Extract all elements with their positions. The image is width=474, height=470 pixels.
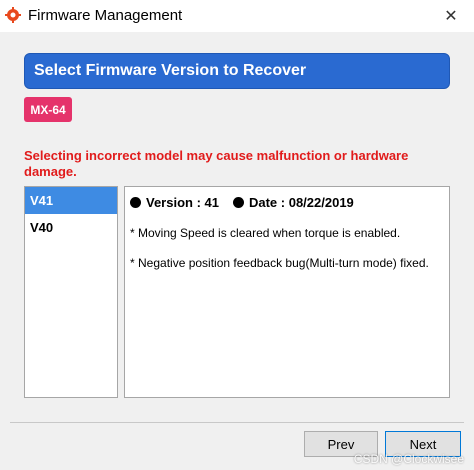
bullet-dot-icon [232,196,244,208]
window-title: Firmware Management [28,7,183,24]
warning-text: Selecting incorrect model may cause malf… [24,148,409,179]
header-banner: Select Firmware Version to Recover [24,53,450,89]
model-badge: MX-64 [24,97,72,122]
close-button[interactable]: ✕ [428,0,474,32]
release-note: * Moving Speed is cleared when torque is… [130,226,401,240]
bullet-dot-icon [130,196,141,208]
release-note: * Negative position feedback bug(Multi-t… [130,256,429,270]
release-notes-panel: Version : 41 Date : 08/22/2019 * Moving … [124,186,450,398]
version-item-v40[interactable]: V40 [25,214,117,241]
version-label: Version : 41 [146,194,219,210]
footer-divider [10,422,464,423]
dialog-content: Select Firmware Version to Recover MX-64… [0,32,474,470]
close-icon: ✕ [444,8,458,25]
title-bar: Firmware Management ✕ [0,0,474,32]
version-list[interactable]: V41 V40 [24,186,118,398]
version-item-v41[interactable]: V41 [25,187,117,214]
app-logo-icon [5,7,21,23]
header-title: Select Firmware Version to Recover [34,62,307,79]
date-label: Date : 08/22/2019 [248,194,354,210]
watermark: CSDN @Clockwisee [353,452,464,466]
notes-meta: Version : 41 Date : 08/22/2019 [130,193,444,211]
